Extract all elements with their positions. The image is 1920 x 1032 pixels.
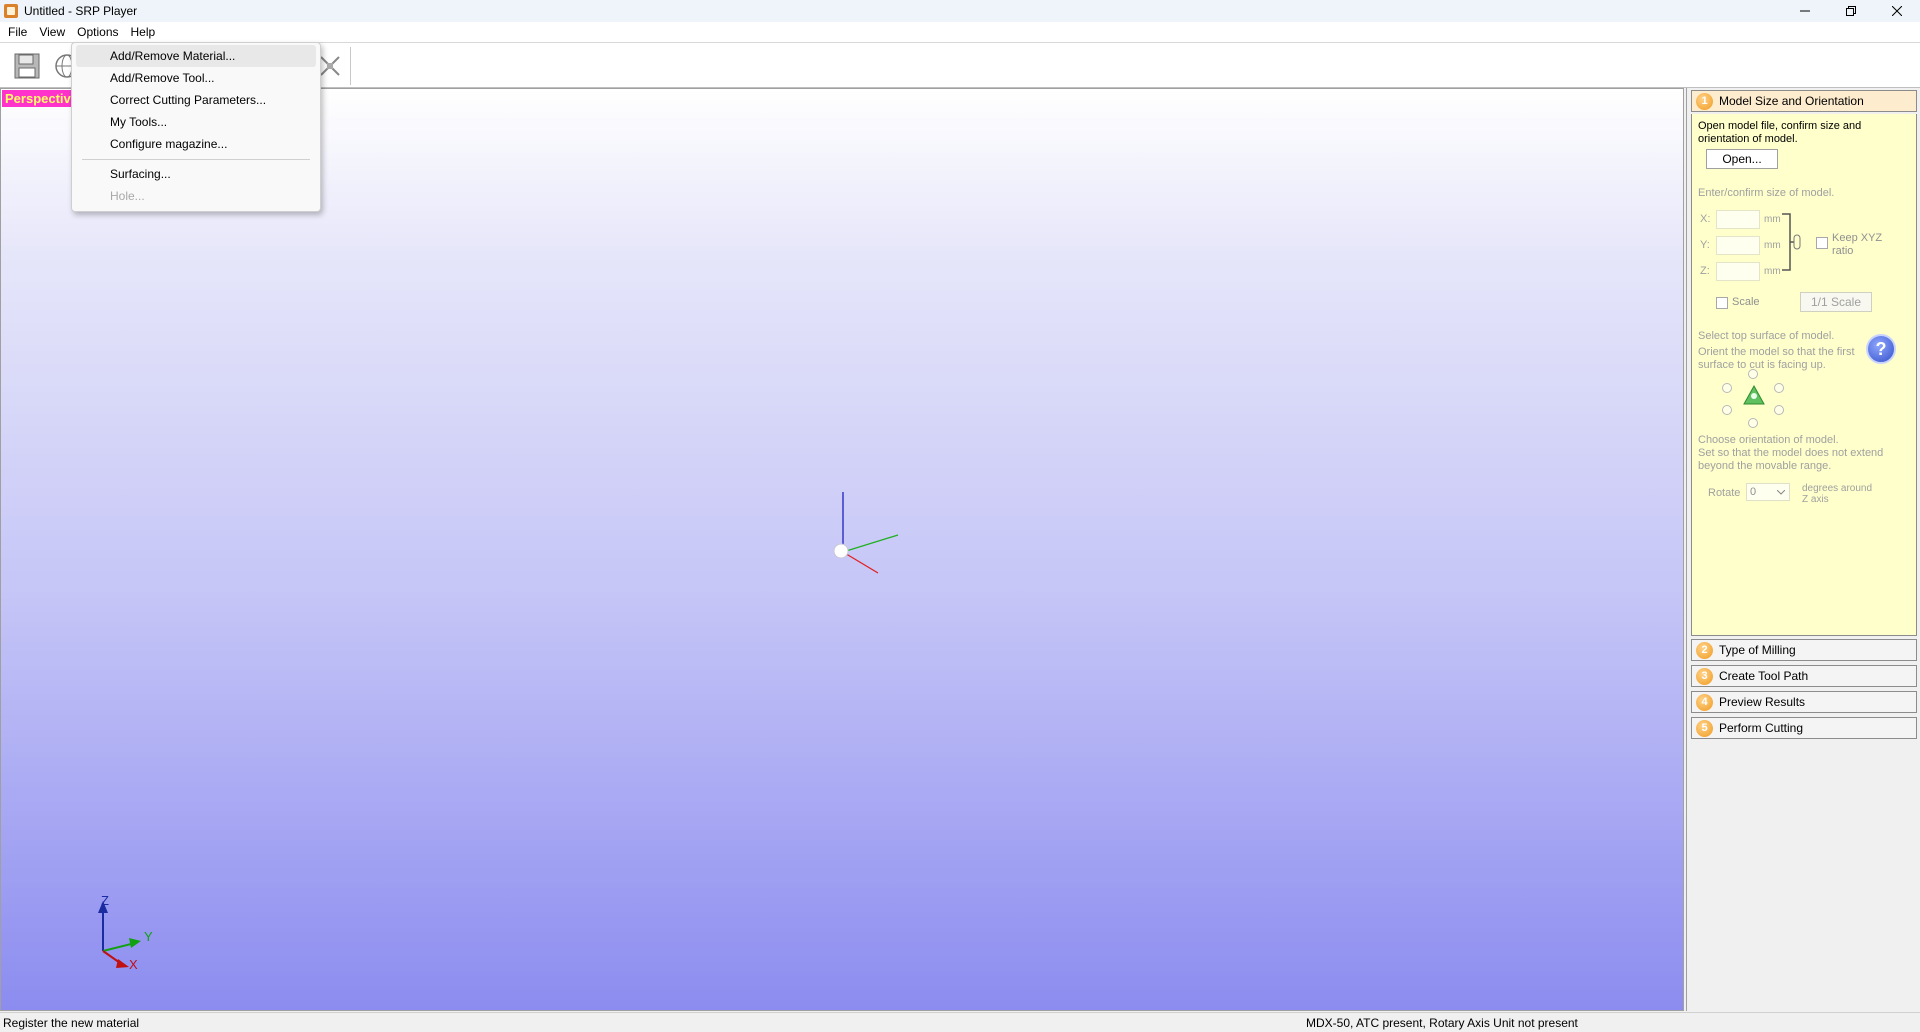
step-label: Create Tool Path: [1719, 669, 1809, 683]
menu-file[interactable]: File: [2, 22, 33, 42]
step-number: 3: [1696, 667, 1713, 685]
y-label: Y:: [1700, 239, 1710, 251]
status-message: Register the new material: [3, 1016, 140, 1030]
step1-intro: Open model file, confirm size and orient…: [1698, 120, 1862, 145]
step-2-header[interactable]: 2 Type of Milling: [1691, 639, 1917, 661]
rotate-label: Rotate: [1708, 487, 1741, 499]
x-size-input[interactable]: [1716, 210, 1760, 229]
toolbar-separator: [350, 47, 351, 85]
scale-checkbox[interactable]: [1716, 297, 1728, 309]
save-icon: [14, 53, 40, 79]
minimize-icon: [1800, 10, 1810, 12]
help-icon[interactable]: ?: [1866, 334, 1896, 364]
origin-gizmo: [833, 492, 899, 574]
y-size-input[interactable]: [1716, 236, 1760, 255]
y-unit: mm: [1764, 240, 1781, 251]
rotate-select[interactable]: 0: [1746, 483, 1790, 501]
app-icon: [4, 4, 18, 18]
orient-top-radio[interactable]: [1748, 369, 1758, 379]
step-label: Type of Milling: [1719, 643, 1796, 657]
save-button[interactable]: [10, 49, 44, 83]
x-label: X:: [1700, 213, 1711, 225]
menu-separator: [82, 159, 310, 160]
step-3-header[interactable]: 3 Create Tool Path: [1691, 665, 1917, 687]
orient-left-front-radio[interactable]: [1722, 405, 1732, 415]
window-title: Untitled - SRP Player: [24, 4, 138, 18]
orientation-prompt: Choose orientation of model.: [1698, 434, 1839, 446]
axis-z-label: Z: [101, 893, 109, 908]
chevron-down-icon: [1777, 490, 1785, 495]
orient-right-back-radio[interactable]: [1774, 383, 1784, 393]
step-number: 1: [1696, 92, 1713, 110]
model-preview-icon: [1743, 384, 1765, 405]
keep-ratio-checkbox[interactable]: [1816, 237, 1828, 249]
step-5-header[interactable]: 5 Perform Cutting: [1691, 717, 1917, 739]
menu-item-correct-cutting-parameters[interactable]: Correct Cutting Parameters...: [76, 89, 316, 111]
close-button[interactable]: [1874, 0, 1920, 22]
step-number: 2: [1696, 641, 1713, 659]
x-unit: mm: [1764, 214, 1781, 225]
orient-left-back-radio[interactable]: [1722, 383, 1732, 393]
title-bar: Untitled - SRP Player: [0, 0, 1920, 22]
axis-y-label: Y: [144, 929, 153, 944]
orient-hint: Orient the model so that the first surfa…: [1698, 346, 1855, 371]
menu-view[interactable]: View: [33, 22, 71, 42]
step-label: Model Size and Orientation: [1719, 94, 1864, 108]
menu-item-my-tools[interactable]: My Tools...: [76, 111, 316, 133]
rotate-suffix: degrees around Z axis: [1802, 483, 1873, 505]
3d-viewport[interactable]: Perspective Z Y X: [0, 88, 1684, 1011]
step-number: 4: [1696, 693, 1713, 711]
one-to-one-scale-button[interactable]: 1/1 Scale: [1800, 292, 1872, 312]
z-size-input[interactable]: [1716, 262, 1760, 281]
link-bracket-icon: [1782, 213, 1801, 271]
menu-item-surfacing[interactable]: Surfacing...: [76, 163, 316, 185]
viewport-canvas: [98, 492, 899, 968]
axis-x-label: X: [129, 957, 138, 972]
step-label: Perform Cutting: [1719, 721, 1804, 735]
z-unit: mm: [1764, 266, 1781, 277]
orient-bottom-radio[interactable]: [1748, 418, 1758, 428]
step-label: Preview Results: [1719, 695, 1806, 709]
status-bar: Register the new material MDX-50, ATC pr…: [0, 1012, 1920, 1032]
restore-icon: [1846, 6, 1856, 16]
minimize-button[interactable]: [1782, 0, 1828, 22]
open-button[interactable]: Open...: [1706, 149, 1778, 169]
window-controls: [1782, 0, 1920, 22]
z-label: Z:: [1700, 265, 1710, 277]
range-hint: Set so that the model does not extend be…: [1698, 447, 1884, 472]
keep-ratio-label: Keep XYZ ratio: [1832, 232, 1883, 257]
scale-label: Scale: [1732, 296, 1760, 308]
menu-item-hole: Hole...: [110, 189, 145, 203]
restore-button[interactable]: [1828, 0, 1874, 22]
menu-item-add-remove-tool[interactable]: Add/Remove Tool...: [76, 67, 316, 89]
menu-bar: File View Options Help: [0, 22, 1920, 42]
menu-options[interactable]: Options: [71, 22, 125, 42]
options-menu: Add/Remove Material... Add/Remove Tool..…: [71, 42, 321, 212]
workflow-panel: 1 Model Size and Orientation Open model …: [1686, 88, 1920, 1011]
step-1-header[interactable]: 1 Model Size and Orientation: [1691, 90, 1917, 112]
machine-status: MDX-50, ATC present, Rotary Axis Unit no…: [1306, 1016, 1578, 1030]
menu-item-configure-magazine[interactable]: Configure magazine...: [76, 133, 316, 155]
menu-help[interactable]: Help: [125, 22, 162, 42]
step-number: 5: [1696, 719, 1713, 737]
close-icon: [1892, 6, 1902, 16]
orient-right-front-radio[interactable]: [1774, 405, 1784, 415]
rotate-value: 0: [1750, 486, 1757, 498]
step-4-header[interactable]: 4 Preview Results: [1691, 691, 1917, 713]
size-prompt: Enter/confirm size of model.: [1698, 187, 1835, 199]
step-1-body: Open model file, confirm size and orient…: [1691, 114, 1917, 636]
menu-item-add-remove-material[interactable]: Add/Remove Material...: [76, 45, 316, 67]
